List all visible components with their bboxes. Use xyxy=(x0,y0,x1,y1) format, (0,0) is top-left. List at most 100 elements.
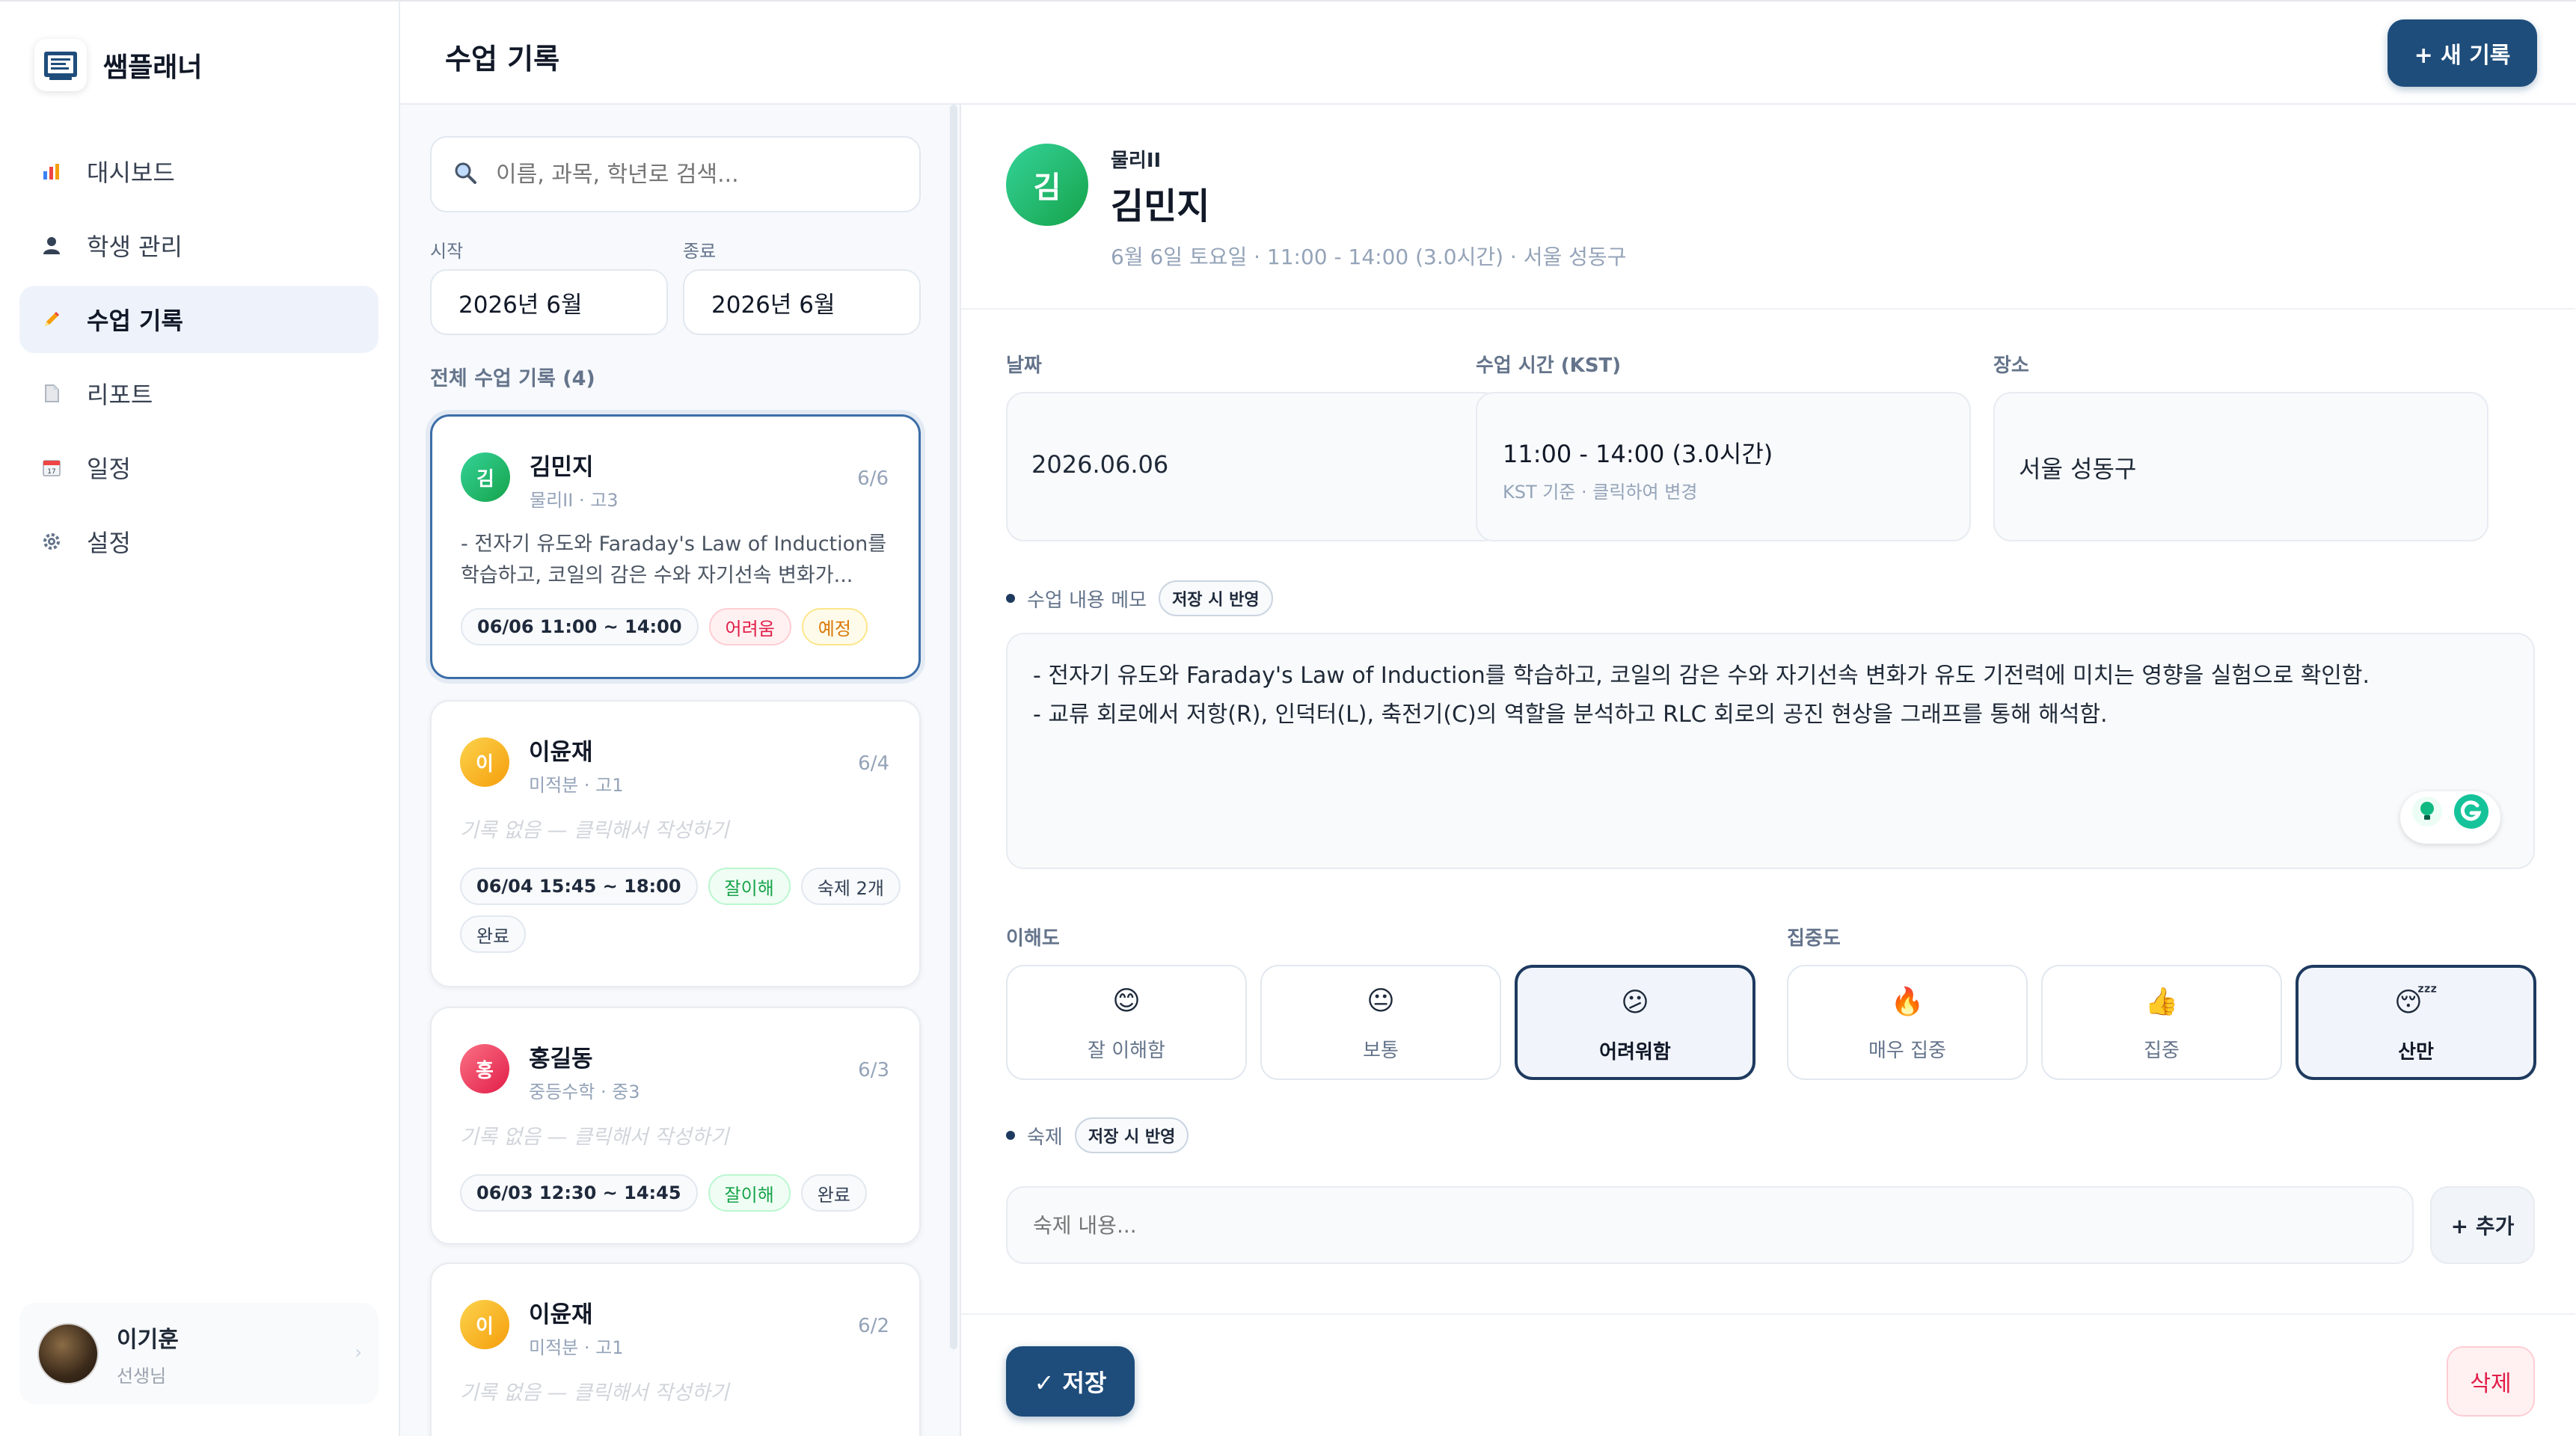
record-date: 6/2 xyxy=(858,1315,889,1337)
search-input[interactable] xyxy=(496,161,915,188)
place-field[interactable]: 서울 성동구 xyxy=(1993,392,2488,541)
option-label: 산만 xyxy=(2398,1041,2434,1064)
understanding-option-hard[interactable]: 😕 어려워함 xyxy=(1515,965,1755,1080)
divider xyxy=(961,1313,2575,1315)
divider xyxy=(961,308,2575,310)
neutral-face-icon: 😐 xyxy=(1367,986,1395,1016)
chevron-right-icon: › xyxy=(355,1342,362,1363)
main-area: 수업 기록 + 새 기록 시작 2026년 6월 종료 2026년 6월 전체 … xyxy=(400,1,2576,1436)
date-label: 날짜 xyxy=(1006,355,1042,377)
record-count: 전체 수업 기록 (4) xyxy=(430,367,595,390)
sidebar-item-label: 수업 기록 xyxy=(87,307,183,335)
user-icon xyxy=(39,233,64,258)
brand-logo-icon xyxy=(34,39,87,91)
list-scrollbar[interactable] xyxy=(950,105,957,1349)
detail-subject: 물리II xyxy=(1111,150,1162,172)
search-icon xyxy=(453,160,478,188)
focus-option-distracted[interactable]: 😴 산만 xyxy=(2296,965,2536,1080)
option-label: 잘 이해함 xyxy=(1088,1040,1165,1062)
student-avatar: 이 xyxy=(460,1300,509,1349)
time-value: 11:00 - 14:00 (3.0시간) xyxy=(1503,440,1773,468)
end-label: 종료 xyxy=(683,241,717,262)
record-card[interactable]: 홍 홍길동 중등수학 · 중3 6/3 기록 없음 — 클릭해서 작성하기 06… xyxy=(430,1007,921,1245)
student-subject: 물리II · 고3 xyxy=(530,490,619,511)
student-avatar: 김 xyxy=(461,452,510,502)
user-role: 선생님 xyxy=(117,1365,167,1387)
sidebar-item-label: 대시보드 xyxy=(87,159,175,187)
chart-icon xyxy=(39,159,64,184)
record-card[interactable]: 이 이윤재 미적분 · 고1 6/4 기록 없음 — 클릭해서 작성하기 06/… xyxy=(430,700,921,987)
understanding-chip: 잘이해 xyxy=(708,1174,791,1212)
record-date: 6/6 xyxy=(857,467,889,490)
student-name: 홍길동 xyxy=(529,1046,593,1073)
understanding-chip: 어려움 xyxy=(708,608,791,645)
fire-icon: 🔥 xyxy=(1890,987,1925,1017)
focus-option-focused[interactable]: 👍 집중 xyxy=(2041,965,2282,1080)
start-label: 시작 xyxy=(430,241,464,262)
brand[interactable]: 쌤플래너 xyxy=(34,39,202,91)
user-name: 이기훈 xyxy=(117,1326,179,1353)
homework-input[interactable] xyxy=(1006,1186,2414,1264)
place-label: 장소 xyxy=(1993,355,2029,377)
user-profile-card[interactable]: 이기훈 선생님 › xyxy=(19,1303,378,1405)
record-chips: 06/04 15:45 ~ 18:00 잘이해 숙제 2개 완료 xyxy=(460,868,901,953)
memo-line: - 전자기 유도와 Faraday's Law of Induction를 학습… xyxy=(1033,663,2370,689)
save-button[interactable]: ✓ 저장 xyxy=(1006,1346,1135,1417)
start-month-select[interactable]: 2026년 6월 xyxy=(430,269,668,335)
sidebar-item-settings[interactable]: 설정 xyxy=(19,508,378,575)
sidebar-item-reports[interactable]: 리포트 xyxy=(19,360,378,427)
time-chip: 06/06 11:00 ~ 14:00 xyxy=(461,608,699,645)
understanding-chip: 잘이해 xyxy=(708,868,791,905)
student-subject: 미적분 · 고1 xyxy=(529,775,624,796)
option-label: 매우 집중 xyxy=(1868,1040,1946,1062)
option-label: 어려워함 xyxy=(1599,1041,1671,1064)
memo-line: - 교류 회로에서 저항(R), 인덕터(L), 축전기(C)의 역할을 분석하… xyxy=(1033,702,2108,728)
add-homework-button[interactable]: + 추가 xyxy=(2430,1186,2535,1264)
sidebar-item-dashboard[interactable]: 대시보드 xyxy=(19,138,378,205)
student-avatar: 김 xyxy=(1006,144,1088,226)
delete-button[interactable]: 삭제 xyxy=(2447,1346,2535,1417)
bullet-dot xyxy=(1006,1131,1015,1140)
time-hint: KST 기준 · 클릭하여 변경 xyxy=(1503,482,1698,503)
sidebar-item-label: 설정 xyxy=(87,529,131,557)
student-avatar: 이 xyxy=(460,737,509,787)
new-record-button[interactable]: + 새 기록 xyxy=(2388,19,2537,87)
sidebar-nav: 대시보드 학생 관리 수업 기록 리포트 17 일정 설정 xyxy=(19,138,378,582)
student-name: 이윤재 xyxy=(529,739,593,766)
smile-icon: 😊 xyxy=(1112,986,1141,1016)
record-card[interactable]: 김 김민지 물리II · 고3 6/6 - 전자기 유도와 Faraday's … xyxy=(430,414,921,679)
record-card[interactable]: 이 이윤재 미적분 · 고1 6/2 기록 없음 — 클릭해서 작성하기 xyxy=(430,1262,921,1436)
time-chip: 06/03 12:30 ~ 14:45 xyxy=(460,1174,698,1212)
sleepy-face-icon: 😴 xyxy=(2394,987,2438,1018)
focus-label: 집중도 xyxy=(1787,927,1841,950)
end-month-select[interactable]: 2026년 6월 xyxy=(683,269,921,335)
grammarly-icon[interactable] xyxy=(2453,793,2490,843)
thumbs-up-icon: 👍 xyxy=(2144,987,2179,1017)
search-box[interactable] xyxy=(430,136,921,212)
memo-textarea[interactable]: - 전자기 유도와 Faraday's Law of Induction를 학습… xyxy=(1006,633,2535,869)
time-field[interactable]: 11:00 - 14:00 (3.0시간) KST 기준 · 클릭하여 변경 xyxy=(1476,392,1971,541)
student-subject: 중등수학 · 중3 xyxy=(529,1081,640,1102)
brand-name: 쌤플래너 xyxy=(103,52,203,83)
sidebar-item-students[interactable]: 학생 관리 xyxy=(19,212,378,279)
option-label: 집중 xyxy=(2144,1040,2180,1062)
status-chip: 예정 xyxy=(801,608,868,645)
sidebar-item-label: 리포트 xyxy=(87,381,153,409)
confused-face-icon: 😕 xyxy=(1621,987,1649,1018)
sidebar-item-lesson-records[interactable]: 수업 기록 xyxy=(19,286,378,353)
memo-label: 수업 내용 메모 xyxy=(1027,589,1147,612)
date-field[interactable]: 2026.06.06 xyxy=(1006,392,1501,541)
record-detail-panel: 김 물리II 김민지 6월 6일 토요일 · 11:00 - 14:00 (3.… xyxy=(961,105,2575,1436)
writing-assistant-tools[interactable] xyxy=(2400,791,2500,844)
understanding-option-good[interactable]: 😊 잘 이해함 xyxy=(1006,965,1247,1080)
svg-text:17: 17 xyxy=(47,468,55,476)
lightbulb-icon[interactable] xyxy=(2411,795,2444,841)
focus-option-very[interactable]: 🔥 매우 집중 xyxy=(1787,965,2028,1080)
save-reflect-tag: 저장 시 반영 xyxy=(1074,1117,1189,1153)
understanding-label: 이해도 xyxy=(1006,927,1060,950)
status-chip: 완료 xyxy=(460,915,527,953)
sidebar-item-schedule[interactable]: 17 일정 xyxy=(19,434,378,501)
gear-icon xyxy=(39,529,64,554)
understanding-option-normal[interactable]: 😐 보통 xyxy=(1260,965,1501,1080)
record-chips: 06/03 12:30 ~ 14:45 잘이해 완료 xyxy=(460,1174,901,1212)
